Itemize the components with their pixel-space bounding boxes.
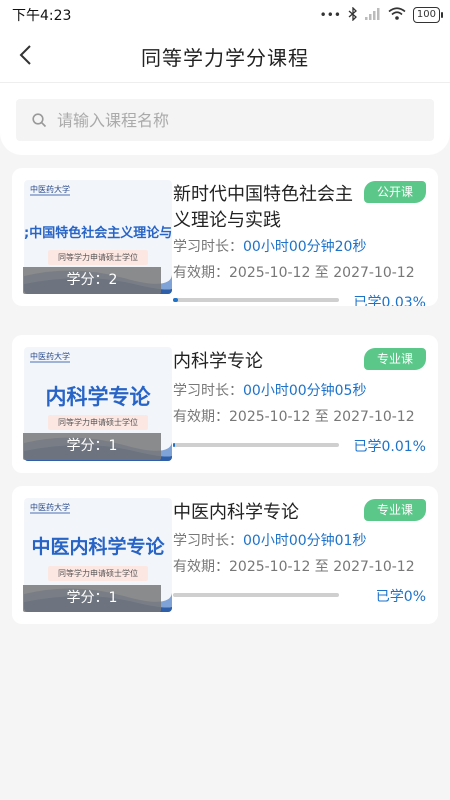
course-name: 内科学专论 bbox=[173, 351, 263, 372]
header: 同等学力学分课程 bbox=[0, 30, 450, 82]
cover-logo-underline bbox=[30, 512, 70, 514]
course-type-badge: 专业课 bbox=[363, 499, 426, 521]
course-name: 新时代中国特色社会主义理论与实践 bbox=[173, 184, 353, 231]
chevron-left-icon bbox=[19, 45, 31, 65]
course-card[interactable]: 中医药大学 ;中国特色社会主义理论与 同等学力申请硕士学位 学分：2 新时代中国… bbox=[12, 168, 438, 306]
study-duration-value: 00小时00分钟20秒 bbox=[243, 239, 367, 255]
bluetooth-icon bbox=[348, 5, 358, 24]
study-duration-label: 学习时长： bbox=[173, 383, 243, 399]
wifi-icon bbox=[388, 7, 406, 23]
study-duration-label: 学习时长： bbox=[173, 533, 243, 549]
signal-icon bbox=[364, 7, 381, 23]
cover-title: 内科学专论 bbox=[45, 385, 151, 409]
battery-icon: 100 bbox=[412, 7, 444, 23]
cover-title: 中医内科学专论 bbox=[31, 536, 165, 558]
course-type-badge: 专业课 bbox=[363, 348, 426, 370]
progress-label: 已学0% bbox=[375, 589, 426, 605]
study-duration: 学习时长：00小时00分钟01秒 bbox=[173, 530, 366, 550]
cover-logo-underline bbox=[30, 194, 70, 196]
search-box[interactable] bbox=[16, 99, 434, 141]
credit-label: 学分：2 bbox=[23, 267, 161, 294]
cover-title: ;中国特色社会主义理论与 bbox=[24, 226, 172, 241]
course-name: 中医内科学专论 bbox=[173, 502, 299, 523]
study-duration: 学习时长：00小时00分钟05秒 bbox=[173, 380, 366, 400]
course-type-badge: 公开课 bbox=[363, 181, 426, 203]
validity-period: 有效期：2025-10-12 至 2027-10-12 bbox=[173, 559, 415, 575]
study-duration-value: 00小时00分钟01秒 bbox=[243, 533, 367, 549]
validity-period: 有效期：2025-10-12 至 2027-10-12 bbox=[173, 409, 415, 425]
study-duration-value: 00小时00分钟05秒 bbox=[243, 383, 367, 399]
progress-label: 已学0.01% bbox=[353, 439, 426, 455]
status-time: 下午4:23 bbox=[12, 8, 72, 24]
progress-bar bbox=[173, 298, 339, 302]
search-icon bbox=[32, 112, 47, 127]
course-card[interactable]: 中医药大学 内科学专论 同等学力申请硕士学位 学分：1 内科学专论 专业课 学习… bbox=[12, 335, 438, 473]
status-icons: ••• 100 bbox=[319, 5, 444, 24]
progress-fill bbox=[173, 298, 178, 302]
status-bar: 下午4:23 ••• 100 bbox=[0, 0, 450, 30]
progress-bar bbox=[173, 443, 339, 447]
status-dots: ••• bbox=[319, 8, 341, 22]
credit-label: 学分：1 bbox=[23, 433, 161, 460]
search-area bbox=[0, 83, 450, 155]
search-input[interactable] bbox=[57, 110, 417, 130]
progress-fill bbox=[173, 443, 175, 447]
progress-bar bbox=[173, 593, 339, 597]
credit-label: 学分：1 bbox=[23, 585, 161, 612]
cover-logo-underline bbox=[30, 361, 70, 363]
back-button[interactable] bbox=[10, 40, 40, 70]
study-duration-label: 学习时长： bbox=[173, 239, 243, 255]
progress-label: 已学0.03% bbox=[353, 295, 426, 306]
page-title: 同等学力学分课程 bbox=[141, 45, 309, 70]
course-card[interactable]: 中医药大学 中医内科学专论 同等学力申请硕士学位 学分：1 中医内科学专论 专业… bbox=[12, 486, 438, 624]
validity-period: 有效期：2025-10-12 至 2027-10-12 bbox=[173, 265, 415, 281]
study-duration: 学习时长：00小时00分钟20秒 bbox=[173, 236, 366, 256]
